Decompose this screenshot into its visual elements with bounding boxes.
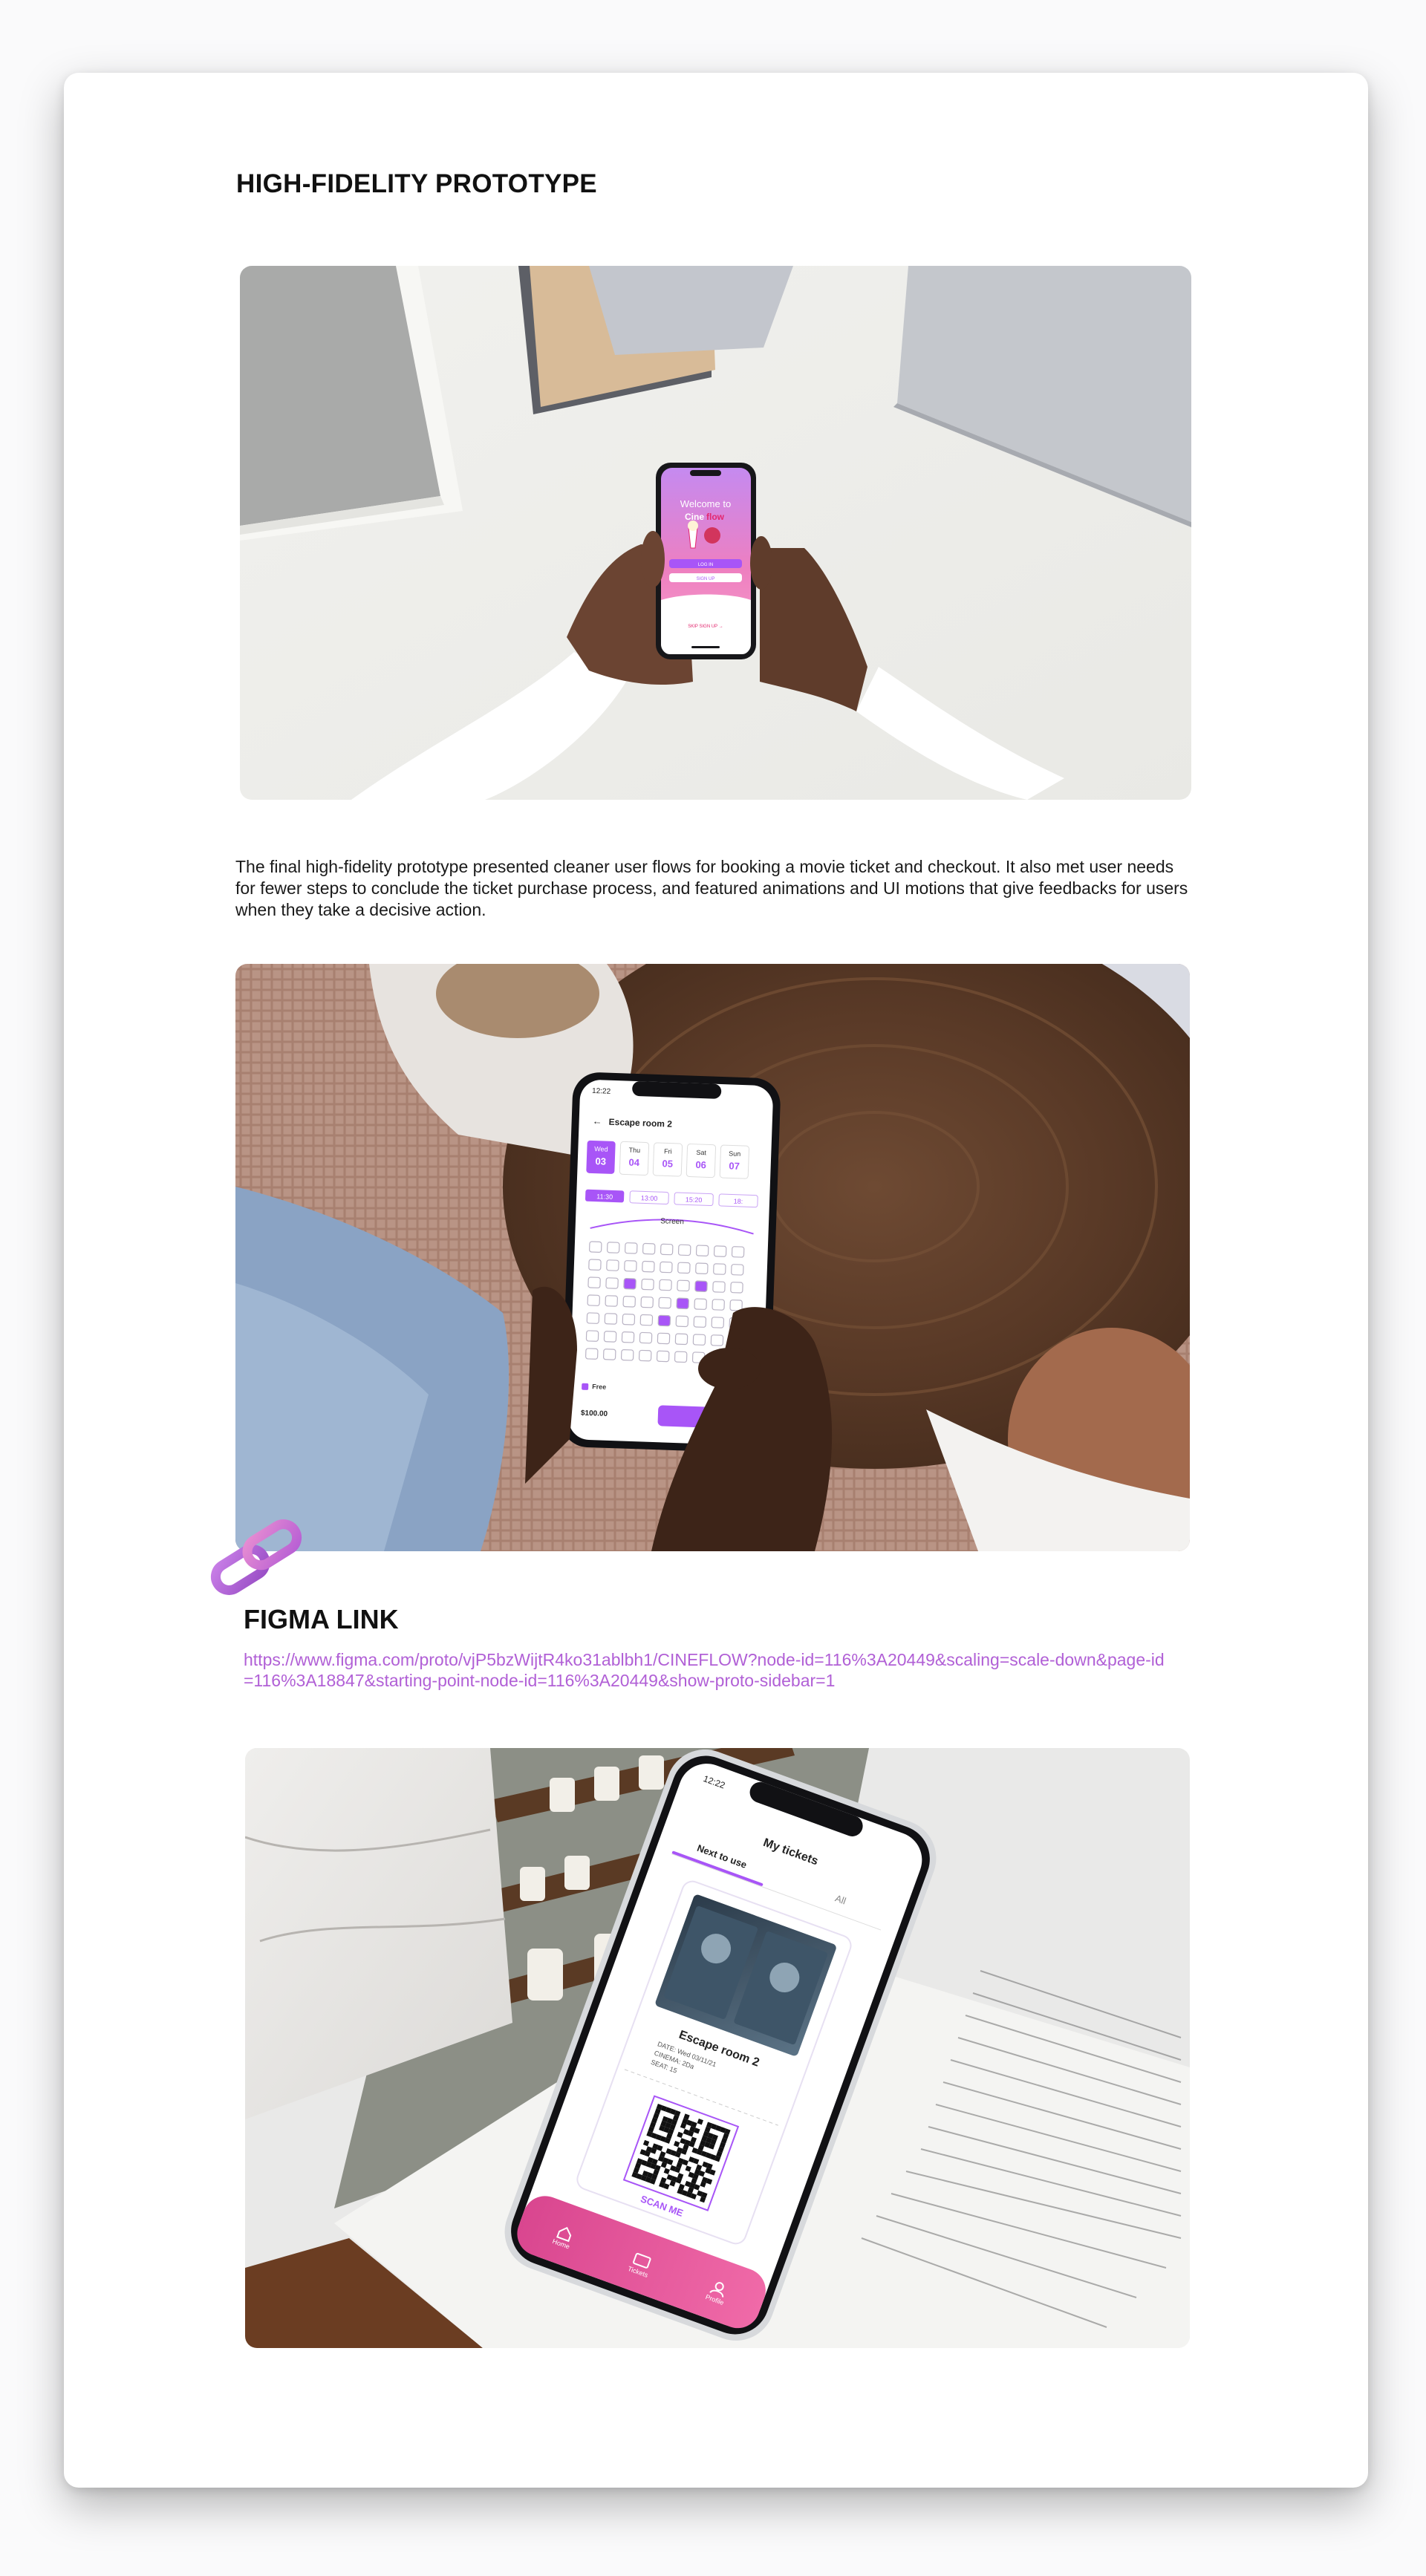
seat[interactable] bbox=[622, 1314, 636, 1326]
prototype-photo-welcome: Welcome to Cine flow LOG IN SIGN UP SKIP… bbox=[240, 266, 1191, 800]
seat[interactable] bbox=[695, 1262, 709, 1274]
seat[interactable] bbox=[731, 1264, 744, 1276]
day-0-label: Wed bbox=[594, 1145, 608, 1153]
day-1-label: Thu bbox=[628, 1147, 640, 1155]
seat[interactable] bbox=[638, 1349, 652, 1362]
figma-prototype-link[interactable]: https://www.figma.com/proto/vjP5bzWijtR4… bbox=[244, 1649, 1165, 1691]
seat[interactable] bbox=[731, 1246, 745, 1258]
day-4-label: Sun bbox=[729, 1150, 740, 1158]
seat[interactable] bbox=[620, 1349, 634, 1361]
day-3-num: 06 bbox=[695, 1159, 706, 1170]
seat[interactable] bbox=[658, 1297, 671, 1309]
seat[interactable] bbox=[639, 1331, 653, 1344]
seat[interactable] bbox=[585, 1348, 599, 1360]
chain-link-icon bbox=[201, 1512, 312, 1602]
seat[interactable] bbox=[677, 1244, 691, 1256]
seat[interactable] bbox=[587, 1276, 601, 1288]
seat[interactable] bbox=[677, 1262, 691, 1274]
time-0: 11:30 bbox=[596, 1193, 613, 1201]
day-3-label: Sat bbox=[696, 1149, 706, 1156]
seat[interactable] bbox=[621, 1331, 635, 1343]
time-2: 15:20 bbox=[686, 1196, 703, 1204]
seat[interactable] bbox=[712, 1299, 725, 1311]
seat[interactable] bbox=[712, 1281, 726, 1293]
seat[interactable] bbox=[660, 1261, 673, 1274]
seat[interactable] bbox=[659, 1279, 672, 1291]
seat[interactable] bbox=[711, 1317, 725, 1328]
seat[interactable] bbox=[605, 1277, 619, 1289]
seat[interactable] bbox=[656, 1350, 670, 1363]
seat[interactable] bbox=[605, 1295, 618, 1307]
mockup1-login: LOG IN bbox=[698, 563, 713, 567]
seat[interactable] bbox=[693, 1316, 707, 1328]
seat[interactable] bbox=[677, 1279, 690, 1292]
mockup1-brand-b: flow bbox=[706, 512, 725, 522]
seat[interactable] bbox=[602, 1349, 616, 1360]
figma-link-title: FIGMA LINK bbox=[244, 1604, 399, 1634]
seat[interactable] bbox=[586, 1312, 600, 1324]
seat[interactable] bbox=[692, 1334, 706, 1346]
seat[interactable] bbox=[588, 1259, 602, 1271]
prototype-photo-booking: 12:22 ← Escape room 2 Wed 03 Thu 04 Fri … bbox=[235, 964, 1190, 1551]
seat[interactable] bbox=[710, 1334, 724, 1346]
day-2-num: 05 bbox=[662, 1158, 673, 1169]
mockup1-brand-a: Cine bbox=[685, 512, 704, 522]
seat[interactable] bbox=[585, 1330, 599, 1342]
mockup1-signup: SIGN UP bbox=[697, 577, 715, 581]
seat[interactable] bbox=[625, 1242, 638, 1254]
time-3: 18: bbox=[734, 1198, 743, 1205]
mockup1-welcome: Welcome to bbox=[680, 498, 731, 509]
svg-text:←: ← bbox=[592, 1115, 602, 1126]
section-description: The final high-fidelity prototype presen… bbox=[235, 857, 1188, 919]
seat[interactable] bbox=[676, 1297, 689, 1310]
seat[interactable] bbox=[642, 1242, 656, 1255]
day-2-label: Fri bbox=[664, 1147, 672, 1155]
seat[interactable] bbox=[603, 1331, 617, 1343]
mockup1-skip: SKIP SIGN UP → bbox=[688, 625, 723, 629]
seat[interactable] bbox=[639, 1314, 654, 1326]
seat[interactable] bbox=[694, 1280, 708, 1292]
seat[interactable] bbox=[660, 1243, 674, 1256]
seat[interactable] bbox=[657, 1332, 671, 1345]
seat[interactable] bbox=[694, 1298, 707, 1310]
seat[interactable] bbox=[657, 1314, 671, 1327]
seat[interactable] bbox=[589, 1241, 602, 1253]
seat[interactable] bbox=[730, 1282, 743, 1294]
day-1-num: 04 bbox=[628, 1157, 640, 1169]
mockup2-day-chips: Wed 03 Thu 04 Fri 05 Sat 06 Sun 07 bbox=[586, 1140, 750, 1179]
day-0-num: 03 bbox=[595, 1155, 606, 1167]
seat[interactable] bbox=[606, 1259, 619, 1271]
prototype-photo-tickets: 12:22 My tickets Next to use All Escape … bbox=[245, 1748, 1190, 2348]
seat[interactable] bbox=[604, 1313, 618, 1325]
mockup2-time: 12:22 bbox=[592, 1087, 611, 1096]
seat[interactable] bbox=[622, 1296, 636, 1308]
mockup2-screen: Screen bbox=[660, 1217, 684, 1226]
seat[interactable] bbox=[624, 1260, 637, 1272]
seat[interactable] bbox=[607, 1242, 620, 1253]
section-title: HIGH-FIDELITY PROTOTYPE bbox=[236, 169, 597, 198]
seat[interactable] bbox=[640, 1296, 654, 1308]
mockup2-price: $100.00 bbox=[581, 1409, 608, 1418]
seat[interactable] bbox=[713, 1263, 726, 1275]
seat[interactable] bbox=[674, 1333, 688, 1346]
seat[interactable] bbox=[675, 1315, 689, 1328]
seat[interactable] bbox=[674, 1351, 688, 1363]
seat[interactable] bbox=[623, 1278, 637, 1290]
seat[interactable] bbox=[642, 1260, 655, 1273]
mockup2-legend-free: Free bbox=[592, 1383, 606, 1391]
seat[interactable] bbox=[713, 1245, 727, 1257]
mockup2-room: Escape room 2 bbox=[608, 1117, 672, 1129]
seat[interactable] bbox=[695, 1245, 709, 1256]
day-4-num: 07 bbox=[729, 1160, 740, 1171]
seat[interactable] bbox=[641, 1278, 654, 1291]
time-1: 13:00 bbox=[641, 1194, 658, 1202]
seat[interactable] bbox=[587, 1294, 600, 1306]
seat[interactable] bbox=[729, 1300, 743, 1311]
